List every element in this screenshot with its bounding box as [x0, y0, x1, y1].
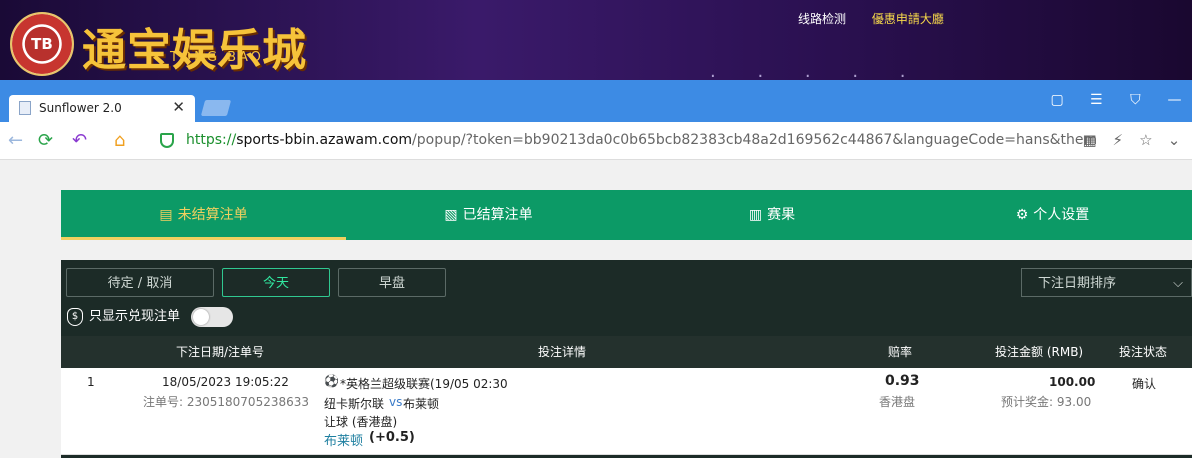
- address-bar: ← ⟳ ↶ ⌂ https://sports-bbin.azawam.com/p…: [0, 122, 1192, 160]
- cashout-label: 只显示兑现注单: [89, 309, 181, 324]
- minimize-icon[interactable]: —: [1157, 92, 1192, 108]
- row-index: 1: [87, 375, 95, 389]
- header-amount: 投注金额 (RMB): [995, 345, 1084, 359]
- cashout-toggle[interactable]: [191, 307, 233, 327]
- line-check-link[interactable]: 线路检测: [798, 12, 846, 26]
- page-content: ▤ 未结算注单 ▧ 已结算注单 ▥ 赛果 ⚙ 个人设置 待定 / 取消 今天 早盘 下注…: [0, 160, 1192, 458]
- bet-amount: 100.00: [1049, 375, 1096, 389]
- scoreboard-icon: ▥: [748, 207, 763, 223]
- today-button[interactable]: 今天: [222, 268, 330, 297]
- soccer-icon: ⚽: [324, 374, 339, 388]
- status-badge: 确认: [1132, 377, 1157, 391]
- tab-settled[interactable]: ▧ 已结算注单: [346, 190, 631, 240]
- market-type: 让球 (香港盘): [324, 415, 398, 429]
- away-team: 布莱顿: [403, 397, 440, 411]
- address-actions: ▦ ⚡ ☆ ⌄: [1078, 131, 1186, 149]
- home-team: 纽卡斯尔联: [324, 397, 385, 411]
- document-icon: ▤: [159, 207, 173, 223]
- tab-results[interactable]: ▥ 赛果: [631, 190, 913, 240]
- header-odds: 赔率: [888, 345, 913, 359]
- home-icon[interactable]: ⌂: [114, 130, 125, 151]
- tab-count-icon[interactable]: ▢: [1040, 92, 1075, 108]
- browser-tabbar: Sunflower 2.0 ✕ ▢ ☰ ⛉ —: [0, 80, 1192, 122]
- promo-hall-link[interactable]: 優惠申請大廳: [872, 12, 944, 26]
- bet-number: 注单号: 2305180705238633: [143, 395, 310, 409]
- qrcode-icon[interactable]: ▦: [1078, 131, 1102, 149]
- league-name: *英格兰超级联赛(19/05 02:30: [340, 377, 508, 391]
- shield-icon: [160, 133, 174, 148]
- clipboard-icon: ▧: [444, 207, 458, 223]
- estimated-win: 预计奖金: 93.00: [1001, 395, 1092, 409]
- header-detail: 投注详情: [538, 345, 587, 359]
- selection-team: 布莱顿: [324, 434, 364, 449]
- tab-unsettled[interactable]: ▤ 未结算注单: [61, 190, 346, 240]
- lightning-icon[interactable]: ⚡: [1106, 131, 1130, 149]
- bets-panel: 待定 / 取消 今天 早盘 下注日期排序 ⌵ $ 只显示兑现注单 下注日期/注单号 …: [61, 260, 1192, 458]
- vs-label: vs: [389, 395, 403, 409]
- top-links: 线路检测 優惠申請大廳: [798, 10, 966, 27]
- table-header: 下注日期/注单号 投注详情 赔率 投注金额 (RMB) 投注状态: [61, 336, 1192, 368]
- handicap-value: (+0.5): [369, 430, 415, 445]
- shirt-icon[interactable]: ⛉: [1118, 92, 1153, 108]
- chevron-down-icon[interactable]: ⌄: [1162, 131, 1186, 149]
- bet-menu: ▤ 未结算注单 ▧ 已结算注单 ▥ 赛果 ⚙ 个人设置: [61, 190, 1192, 240]
- url-input[interactable]: https://sports-bbin.azawam.com/popup/?to…: [186, 132, 1096, 148]
- logo-subtext: TONG BAO: [170, 50, 264, 65]
- money-bag-icon: $: [67, 307, 83, 326]
- undo-icon[interactable]: ↶: [72, 130, 87, 151]
- tab-settings[interactable]: ⚙ 个人设置: [913, 190, 1192, 240]
- bet-datetime: 18/05/2023 19:05:22: [162, 375, 289, 389]
- chevron-down-icon: ⌵: [1173, 276, 1183, 291]
- browser-tab[interactable]: Sunflower 2.0 ✕: [9, 95, 195, 122]
- early-button[interactable]: 早盘: [338, 268, 446, 297]
- banner-decoration: · · · · ·: [710, 66, 924, 80]
- back-icon[interactable]: ←: [8, 130, 23, 151]
- window-controls: ▢ ☰ ⛉ —: [1040, 92, 1192, 108]
- refresh-icon[interactable]: ⟳: [38, 130, 53, 151]
- menu-icon[interactable]: ☰: [1079, 92, 1114, 108]
- new-tab-button[interactable]: [200, 100, 232, 116]
- page-icon: [19, 101, 31, 115]
- gear-icon: ⚙: [1015, 207, 1029, 223]
- star-icon[interactable]: ☆: [1134, 131, 1158, 149]
- header-date: 下注日期/注单号: [176, 345, 265, 359]
- odds-value: 0.93: [885, 373, 920, 389]
- table-row: 1 18/05/2023 19:05:22 注单号: 2305180705238…: [61, 368, 1192, 455]
- logo-text: 通宝娱乐城: [82, 25, 307, 76]
- sort-select[interactable]: 下注日期排序 ⌵: [1021, 268, 1192, 297]
- close-icon[interactable]: ✕: [172, 98, 185, 116]
- pending-cancel-button[interactable]: 待定 / 取消: [66, 268, 214, 297]
- cashout-filter: $ 只显示兑现注单: [67, 306, 233, 328]
- odds-type: 香港盘: [879, 395, 916, 409]
- site-banner: TB 通宝娱乐城 TONG BAO 线路检测 優惠申請大廳 · · · · ·: [0, 0, 1192, 80]
- tab-title: Sunflower 2.0: [39, 101, 122, 115]
- header-status: 投注状态: [1119, 345, 1168, 359]
- logo-chip-icon: TB: [10, 12, 74, 76]
